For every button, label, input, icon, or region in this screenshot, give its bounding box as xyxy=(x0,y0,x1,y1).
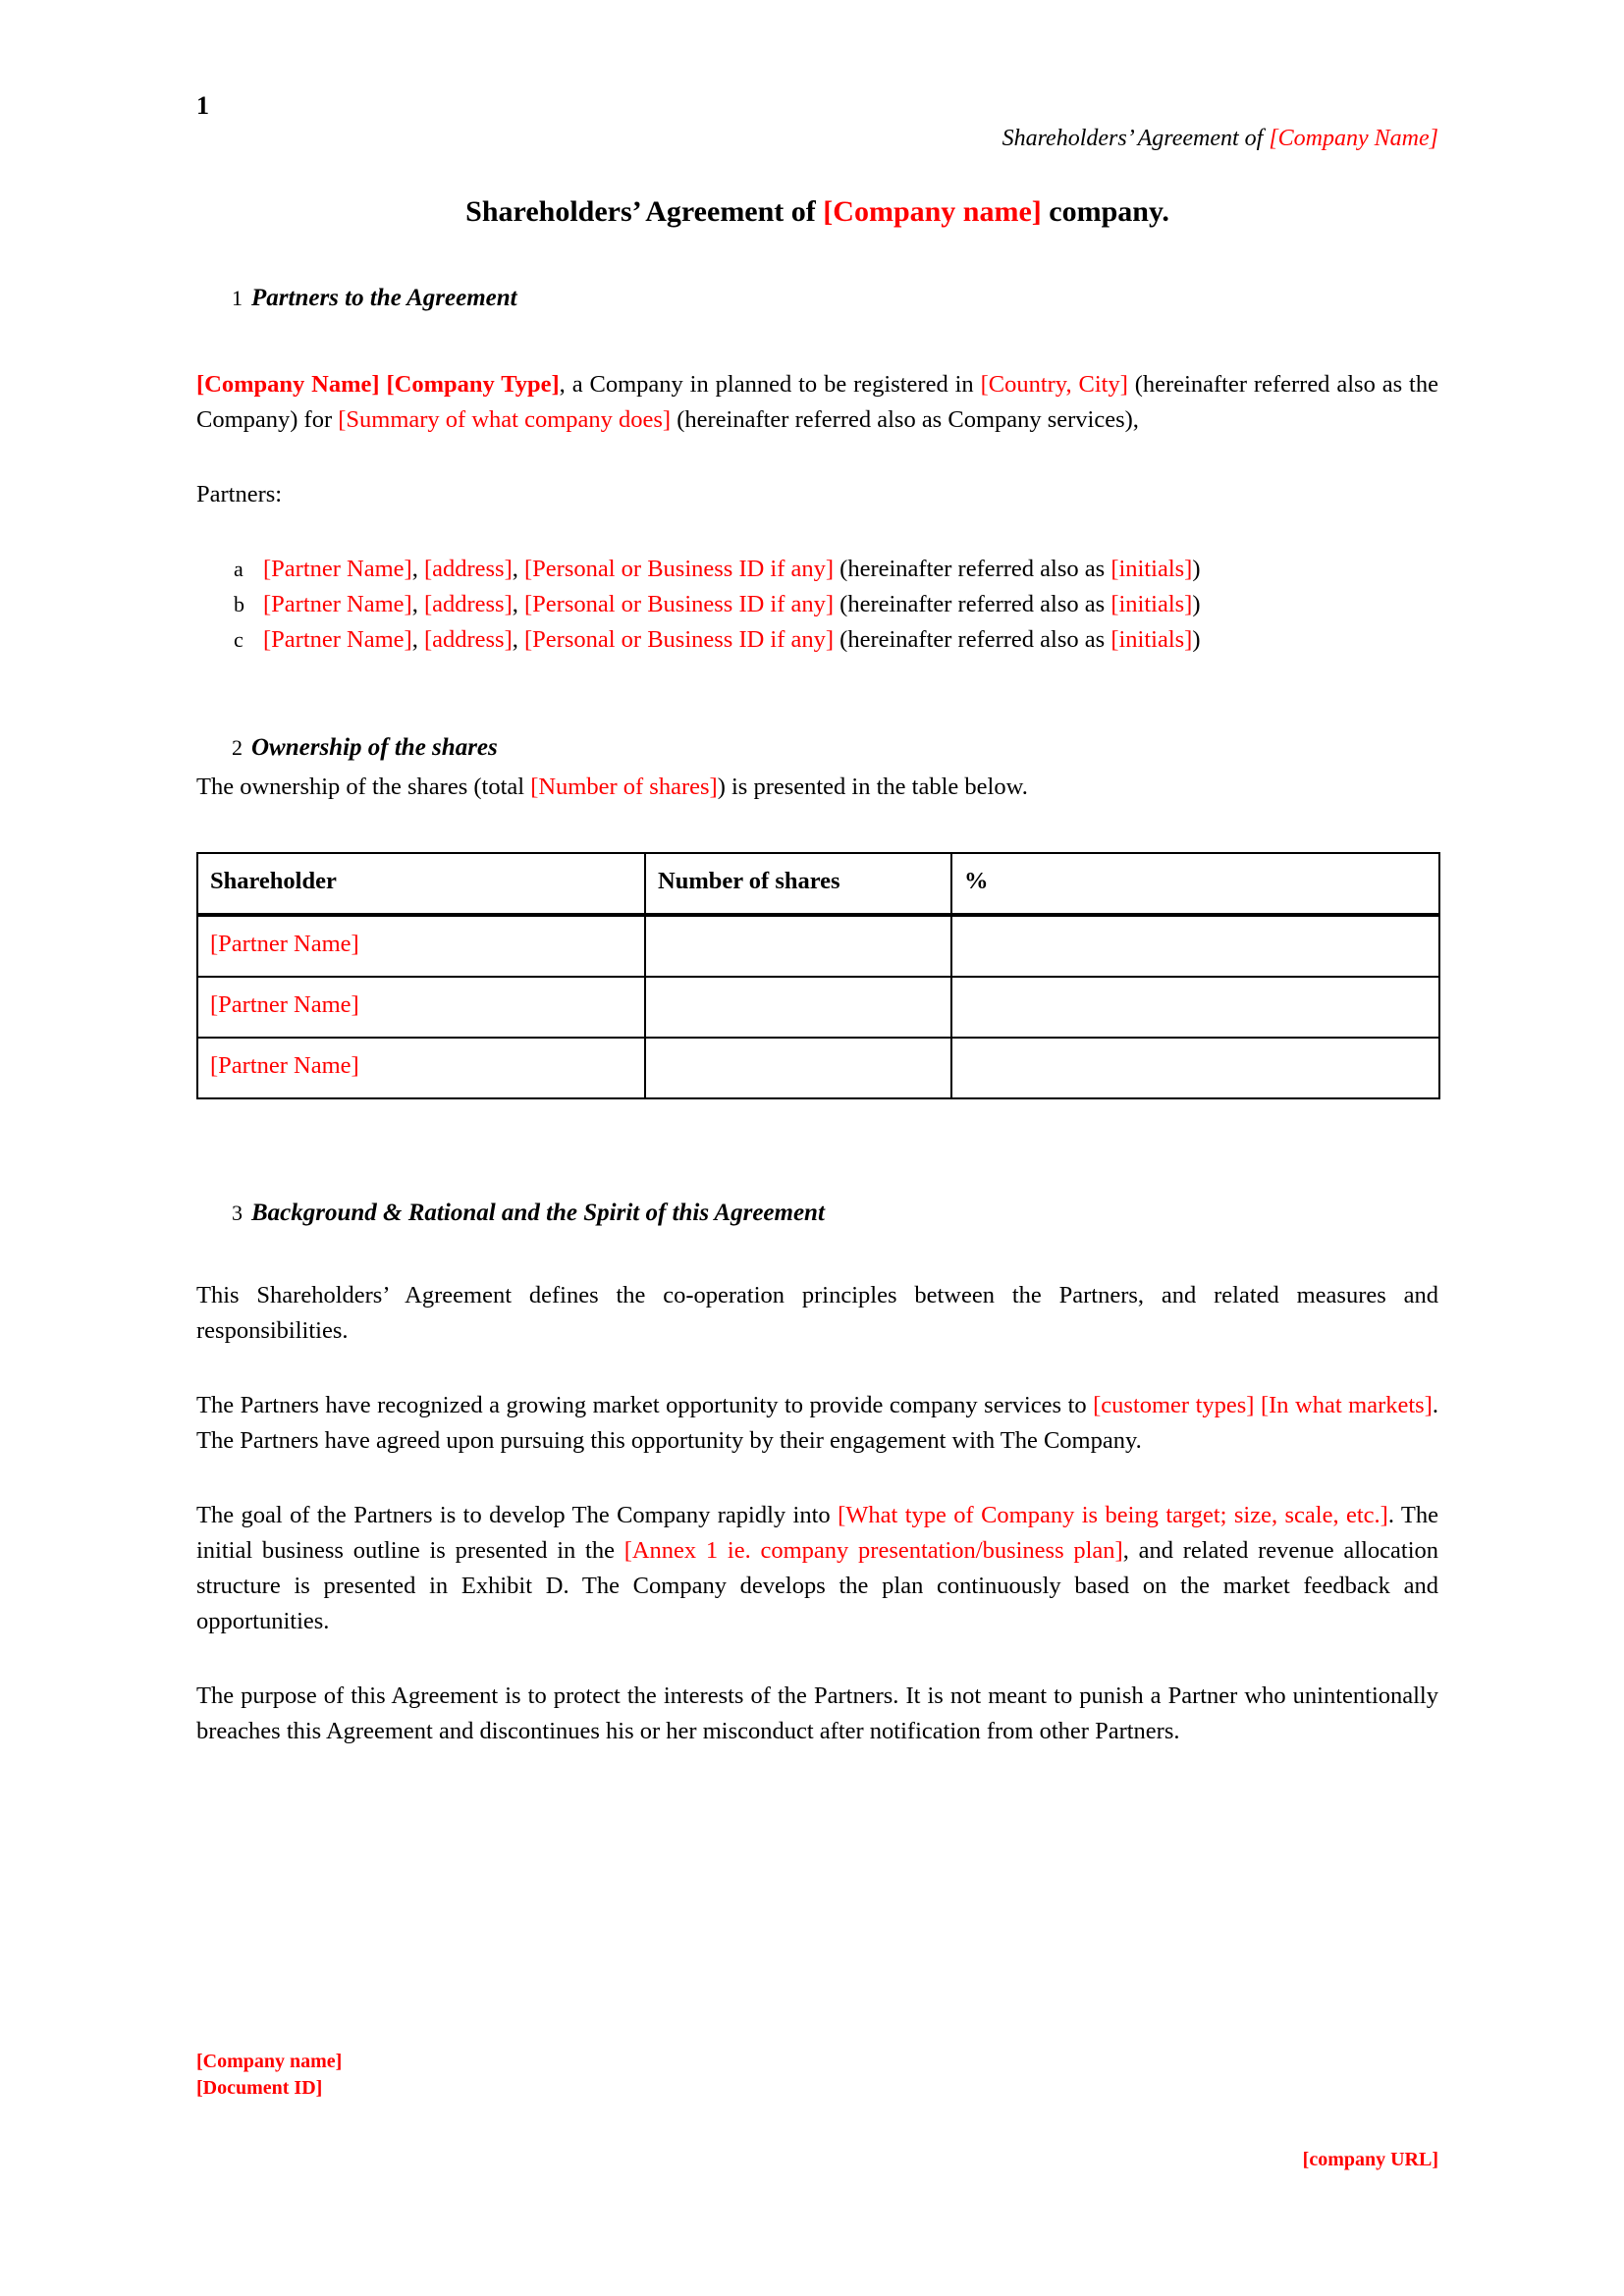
table-row: [Partner Name] xyxy=(196,914,1440,978)
section-title-2: Ownership of the shares xyxy=(251,734,498,761)
placeholder-country-city: [Country, City] xyxy=(980,371,1128,398)
partners-list: a [Partner Name], [address], [Personal o… xyxy=(196,552,1438,658)
document-title: Shareholders’ Agreement of [Company name… xyxy=(196,194,1438,230)
placeholder-business-id: [Personal or Business ID if any] xyxy=(524,591,835,617)
footer-company-url: [company URL] xyxy=(1302,2149,1438,2170)
placeholder-address: [address] xyxy=(423,626,513,653)
sep: , xyxy=(411,591,424,617)
placeholder-number-of-shares: [Number of shares] xyxy=(530,774,718,800)
sep: , xyxy=(411,556,424,582)
placeholder-company-name: [Company Name] xyxy=(196,371,380,398)
list-item: c [Partner Name], [address], [Personal o… xyxy=(196,622,1438,658)
section-title-1: Partners to the Agreement xyxy=(251,285,517,311)
section3-p3-t1: The goal of the Partners is to develop T… xyxy=(196,1502,839,1528)
list-item-close: ) xyxy=(1192,626,1201,653)
list-item-close: ) xyxy=(1192,556,1201,582)
placeholder-business-id: [Personal or Business ID if any] xyxy=(524,626,835,653)
partners-label: Partners: xyxy=(196,481,283,507)
list-item: b [Partner Name], [address], [Personal o… xyxy=(196,587,1438,622)
footer-left: [Company name] [Document ID] xyxy=(196,2049,342,2102)
running-header-company-placeholder: [Company Name] xyxy=(1269,126,1438,151)
section-heading-2: 2 Ownership of the shares xyxy=(196,734,1438,762)
share-ownership-table: Shareholder Number of shares % [Partner … xyxy=(196,852,1440,1099)
table-row: [Partner Name] xyxy=(196,976,1440,1039)
cell-shares xyxy=(644,976,952,1039)
section3-p2-t1: The Partners have recognized a growing m… xyxy=(196,1392,1094,1418)
cell-shareholder: [Partner Name] xyxy=(196,1037,646,1099)
placeholder-business-id: [Personal or Business ID if any] xyxy=(524,556,835,582)
list-item-close: ) xyxy=(1192,591,1201,617)
table-header-percent: % xyxy=(950,852,1440,917)
placeholder-initials: [initials] xyxy=(1110,556,1193,582)
section2-lead-t1: The ownership of the shares (total xyxy=(196,774,531,800)
sep: , xyxy=(512,591,524,617)
placeholder-partner-name: [Partner Name] xyxy=(263,626,412,653)
list-item-text: [Partner Name], [address], [Personal or … xyxy=(263,622,1438,658)
cell-shares xyxy=(644,914,952,978)
list-item-text: [Partner Name], [address], [Personal or … xyxy=(263,552,1438,587)
section-number-3: 3 xyxy=(232,1201,243,1225)
placeholder-customer-types-markets: [customer types] [In what markets] xyxy=(1093,1392,1433,1418)
running-header-text: Shareholders’ Agreement of xyxy=(1001,126,1270,151)
document-title-company-placeholder: [Company name] xyxy=(823,195,1042,228)
section-heading-1: 1 Partners to the Agreement xyxy=(196,285,1438,312)
section3-paragraph-1: This Shareholders’ Agreement defines the… xyxy=(196,1282,1438,1344)
placeholder-initials: [initials] xyxy=(1110,626,1193,653)
section-number-2: 2 xyxy=(232,735,243,760)
cell-shareholder: [Partner Name] xyxy=(196,914,646,978)
document-page: 1 Shareholders’ Agreement of [Company Na… xyxy=(0,0,1624,2296)
placeholder-company-target-type: [What type of Company is being target; s… xyxy=(838,1502,1388,1528)
section-title-3: Background & Rational and the Spirit of … xyxy=(251,1200,825,1226)
footer-company-name: [Company name] xyxy=(196,2051,343,2072)
cell-percent xyxy=(950,914,1440,978)
list-marker-c: c xyxy=(234,627,244,652)
list-item-tail: (hereinafter referred also as xyxy=(834,556,1111,582)
running-header: Shareholders’ Agreement of [Company Name… xyxy=(1002,126,1438,152)
document-body: 1 Partners to the Agreement [Company Nam… xyxy=(196,285,1440,1749)
document-title-part1: Shareholders’ Agreement of xyxy=(465,195,824,228)
placeholder-initials: [initials] xyxy=(1110,591,1193,617)
section-heading-3: 3 Background & Rational and the Spirit o… xyxy=(196,1200,1438,1227)
document-title-part2: company. xyxy=(1041,195,1169,228)
page-number: 1 xyxy=(196,91,209,120)
list-marker-a: a xyxy=(234,557,244,581)
placeholder-address: [address] xyxy=(423,591,513,617)
placeholder-partner-name: [Partner Name] xyxy=(263,591,412,617)
section1-intro-paragraph: [Company Name] [Company Type], a Company… xyxy=(196,367,1438,438)
placeholder-address: [address] xyxy=(423,556,513,582)
list-item-tail: (hereinafter referred also as xyxy=(834,591,1111,617)
list-item: a [Partner Name], [address], [Personal o… xyxy=(196,552,1438,587)
section2-lead-paragraph: The ownership of the shares (total [Numb… xyxy=(196,770,1438,805)
table-header-row: Shareholder Number of shares % xyxy=(196,852,1440,917)
section1-intro-t3: (hereinafter referred also as Company se… xyxy=(671,406,1139,433)
section-number-1: 1 xyxy=(232,286,243,310)
section3-paragraph-2: The Partners have recognized a growing m… xyxy=(196,1388,1438,1459)
placeholder-partner-name: [Partner Name] xyxy=(263,556,412,582)
placeholder-annex-business-plan: [Annex 1 ie. company presentation/busine… xyxy=(623,1537,1123,1564)
section2-lead-t2: ) is presented in the table below. xyxy=(717,774,1028,800)
table-header-shareholder: Shareholder xyxy=(196,852,646,917)
table-header-number-of-shares: Number of shares xyxy=(644,852,952,917)
table-row: [Partner Name] xyxy=(196,1037,1440,1099)
cell-percent xyxy=(950,976,1440,1039)
section3-paragraph-4: The purpose of this Agreement is to prot… xyxy=(196,1682,1438,1744)
placeholder-company-type: [Company Type] xyxy=(386,371,560,398)
cell-shares xyxy=(644,1037,952,1099)
section3-paragraph-3: The goal of the Partners is to develop T… xyxy=(196,1498,1438,1639)
section1-intro-t1: , a Company in planned to be registered … xyxy=(559,371,981,398)
list-item-text: [Partner Name], [address], [Personal or … xyxy=(263,587,1438,622)
cell-shareholder: [Partner Name] xyxy=(196,976,646,1039)
cell-percent xyxy=(950,1037,1440,1099)
sep: , xyxy=(512,626,524,653)
list-marker-b: b xyxy=(234,592,244,616)
list-item-tail: (hereinafter referred also as xyxy=(834,626,1111,653)
sep: , xyxy=(512,556,524,582)
placeholder-company-summary: [Summary of what company does] xyxy=(338,406,672,433)
sep: , xyxy=(411,626,424,653)
footer-document-id: [Document ID] xyxy=(196,2077,323,2099)
